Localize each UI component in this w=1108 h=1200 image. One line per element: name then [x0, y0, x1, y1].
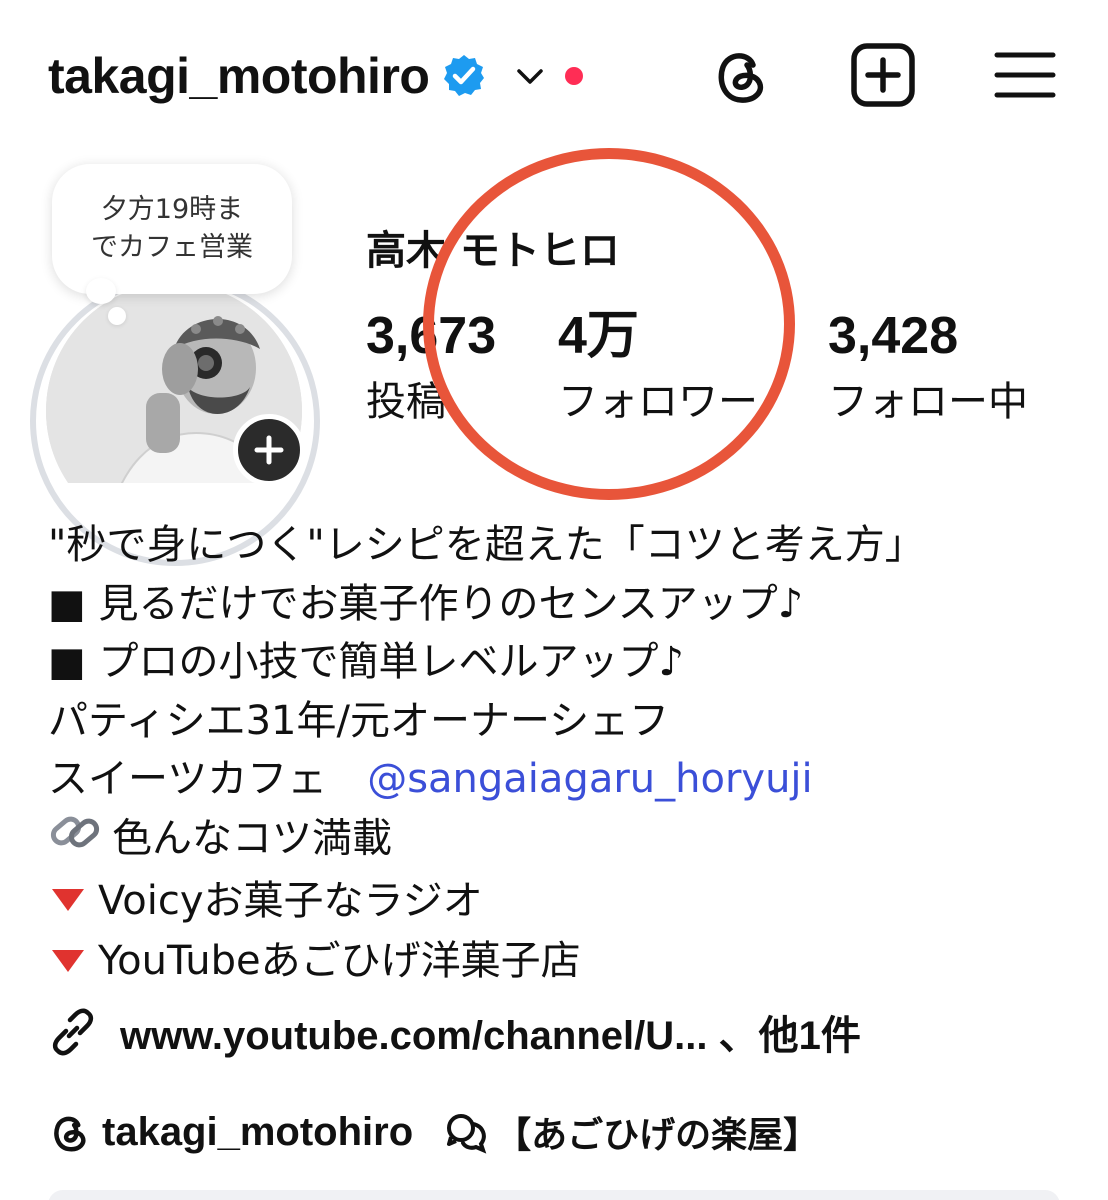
bio-youtube-text: YouTubeあごひげ洋菓子店: [98, 937, 581, 984]
plus-square-icon: [851, 43, 915, 107]
bio-line: ■ プロの小技で簡単レベルアップ♪: [48, 639, 685, 686]
hamburger-menu-icon: [994, 52, 1056, 98]
stat-followers-label: フォロワー: [558, 379, 758, 425]
bio-line: YouTubeあごひげ洋菓子店: [48, 932, 1088, 992]
bio-cafe-text: スイーツカフェ: [48, 756, 368, 803]
group-chat-icon: [447, 1114, 487, 1154]
stat-following-value: 3,428: [828, 307, 959, 365]
note-bubble-tail: [86, 278, 116, 304]
group-chat-badge[interactable]: 【あごひげの楽屋】: [443, 1106, 819, 1158]
profile-note-text: 夕方19時ま でカフェ営業: [91, 194, 253, 263]
stat-posts-label: 投稿: [366, 379, 446, 425]
stat-posts-value: 3,673: [366, 307, 497, 365]
top-bar: takagi_motohiro: [0, 0, 1108, 150]
red-triangle-icon: [48, 934, 88, 993]
stat-posts[interactable]: 3,673 投稿: [366, 308, 496, 428]
note-bubble-tail-small: [108, 307, 126, 325]
profile-action-strip: [48, 1190, 1060, 1200]
profile-note[interactable]: 夕方19時ま でカフェ営業: [52, 164, 292, 294]
red-triangle-icon: [48, 873, 88, 932]
threads-profile-badge[interactable]: takagi_motohiro: [48, 1110, 413, 1155]
username: takagi_motohiro: [48, 48, 430, 104]
external-link[interactable]: www.youtube.com/channel/U... 、他1件: [48, 1004, 861, 1060]
bio-voicy-text: Voicyお菓子なラジオ: [98, 877, 483, 924]
bio-tips-text: 色んなコツ満載: [112, 815, 392, 862]
bio-line: Voicyお菓子なラジオ: [48, 872, 1088, 932]
stat-followers[interactable]: 4万 フォロワー: [558, 308, 758, 428]
threads-icon: [54, 1116, 86, 1152]
bio-line: スイーツカフェ @sangaiagaru_horyuji: [48, 750, 1088, 809]
bio-line: 色んなコツ満載: [48, 809, 1088, 872]
menu-button[interactable]: [990, 40, 1060, 110]
chevron-down-icon: [513, 59, 547, 93]
threads-handle: takagi_motohiro: [102, 1109, 414, 1154]
mention-link[interactable]: @sangaiagaru_horyuji: [367, 756, 812, 802]
bio-line: "秒で身につく"レシピを超えた「コツと考え方」: [48, 522, 925, 568]
display-name: 高木 モトヒロ: [366, 228, 620, 274]
threads-button[interactable]: [706, 40, 776, 110]
bio-line: ■ 見るだけでお菓子作りのセンスアップ♪: [48, 580, 804, 627]
link-emoji-icon: [48, 809, 102, 872]
threads-icon: [718, 53, 764, 103]
external-link-text: www.youtube.com/channel/U... 、他1件: [120, 1014, 861, 1058]
link-icon: [52, 1008, 94, 1056]
stat-following-label: フォロー中: [828, 379, 1028, 425]
profile-badges-row: takagi_motohiro 【あごひげの楽屋】: [48, 1104, 819, 1160]
notification-dot: [565, 67, 584, 85]
plus-icon: [254, 435, 284, 465]
account-switcher[interactable]: takagi_motohiro: [48, 44, 584, 108]
stat-following[interactable]: 3,428 フォロー中: [828, 308, 1028, 428]
stat-followers-value: 4万: [558, 307, 639, 365]
group-chat-name: 【あごひげの楽屋】: [495, 1115, 820, 1156]
bio-line: パティシエ31年/元オーナーシェフ: [48, 697, 670, 744]
bio: "秒で身につく"レシピを超えた「コツと考え方」 ■ 見るだけでお菓子作りのセンス…: [48, 516, 1088, 992]
verified-badge-icon: [441, 53, 487, 99]
create-button[interactable]: [848, 40, 918, 110]
add-story-button[interactable]: [233, 414, 305, 486]
